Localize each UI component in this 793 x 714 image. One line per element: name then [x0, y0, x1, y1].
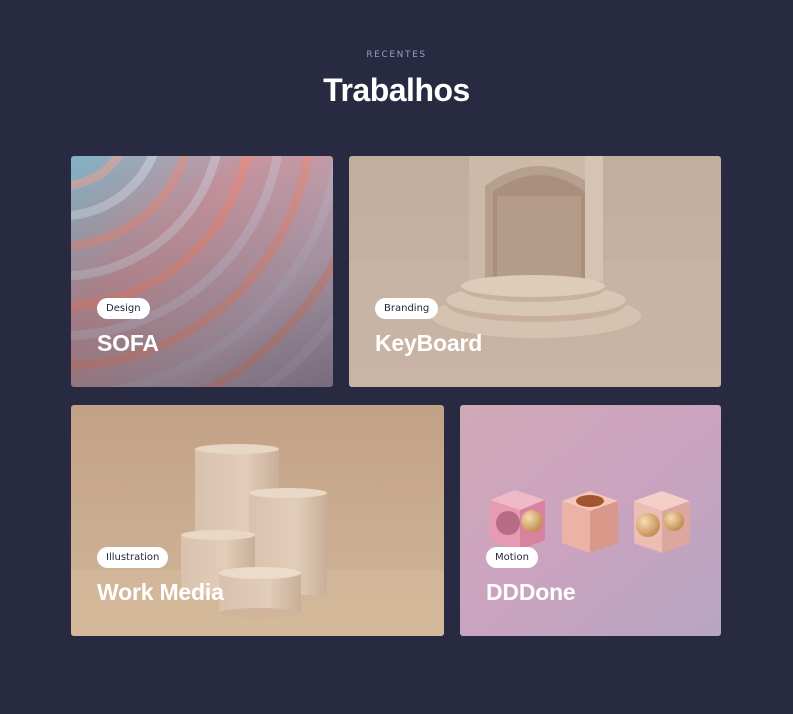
project-tag[interactable]: Design	[97, 298, 150, 319]
project-tag[interactable]: Illustration	[97, 547, 169, 568]
project-card-dddone[interactable]: Motion DDDone	[460, 405, 721, 636]
project-card-work-media[interactable]: Illustration Work Media	[71, 405, 444, 636]
project-title: KeyBoard	[375, 330, 483, 356]
project-card-sofa[interactable]: Design SOFA	[71, 156, 333, 387]
section-eyebrow: RECENTES	[366, 50, 427, 60]
project-card-keyboard[interactable]: Branding KeyBoard	[349, 156, 721, 387]
project-title: SOFA	[97, 330, 159, 356]
project-title: DDDone	[486, 579, 576, 605]
project-tag[interactable]: Branding	[375, 298, 439, 319]
project-title: Work Media	[97, 579, 224, 605]
project-tag[interactable]: Motion	[486, 547, 538, 568]
section-title: Trabalhos	[323, 72, 470, 108]
